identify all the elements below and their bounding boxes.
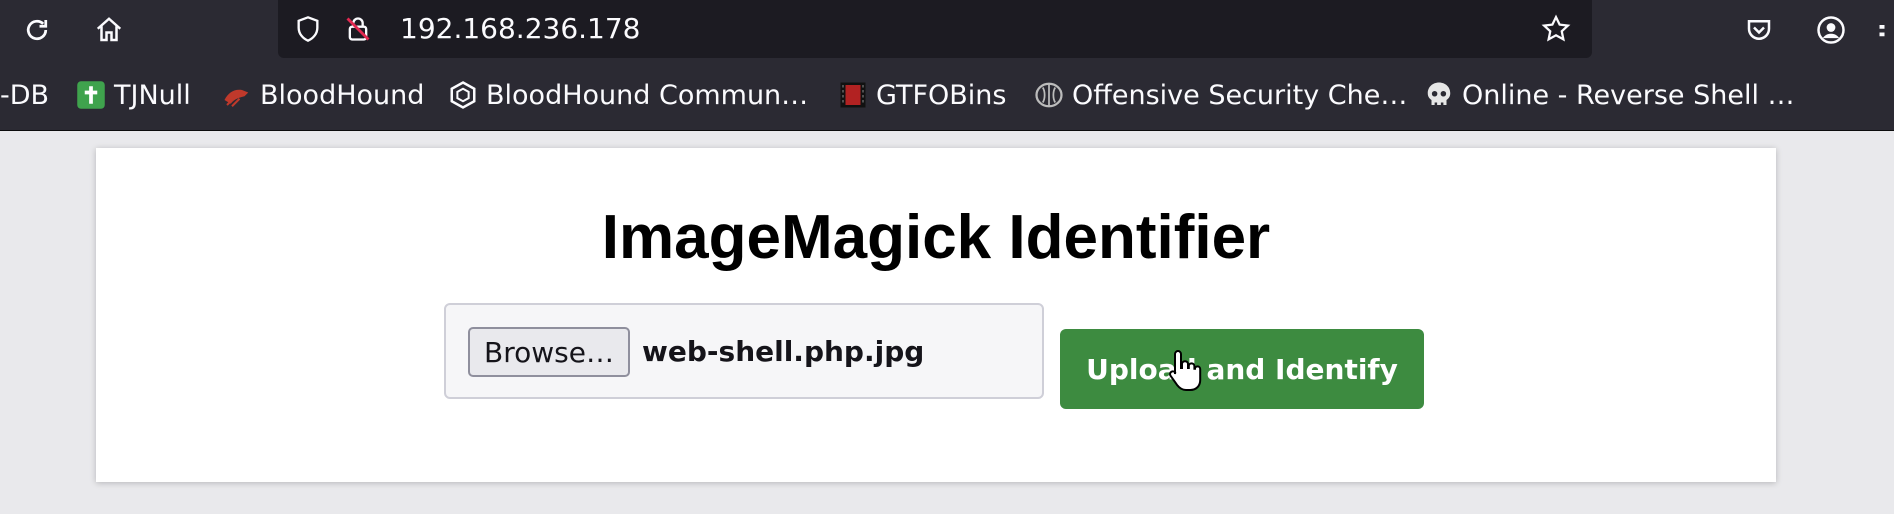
bookmark-label: Online - Reverse Shell …: [1462, 79, 1795, 111]
brain-icon: [1034, 80, 1064, 110]
pocket-icon[interactable]: [1738, 9, 1780, 51]
bookmark-bloodhound[interactable]: BloodHound: [222, 74, 424, 116]
hand-cursor-icon: [1168, 348, 1202, 392]
reload-icon[interactable]: [16, 9, 58, 51]
hexagon-icon: [448, 80, 478, 110]
identifier-card: ImageMagick Identifier Browse… web-shell…: [96, 148, 1776, 482]
selected-file-name: web-shell.php.jpg: [642, 335, 925, 368]
url-bar[interactable]: 192.168.236.178: [278, 0, 1592, 58]
url-text[interactable]: 192.168.236.178: [400, 11, 640, 47]
bookmark-label: BloodHound: [260, 79, 425, 111]
account-icon[interactable]: [1810, 9, 1852, 51]
browse-button[interactable]: Browse…: [468, 327, 630, 377]
bookmark-star-icon[interactable]: [1540, 13, 1572, 45]
file-input[interactable]: Browse… web-shell.php.jpg: [444, 303, 1044, 399]
bookmark-gtfobins[interactable]: GTFOBins: [838, 74, 1006, 116]
bloodhound-icon: [222, 80, 252, 110]
browser-toolbar: 192.168.236.178: [0, 0, 1894, 60]
bookmarks-toolbar: -DB TJNull BloodHound BloodHound Commun……: [0, 60, 1894, 131]
page-content: ImageMagick Identifier Browse… web-shell…: [0, 131, 1894, 514]
bookmark-reverse-shell[interactable]: Online - Reverse Shell …: [1424, 74, 1795, 116]
bookmark-label: GTFOBins: [876, 79, 1007, 111]
upload-and-identify-button[interactable]: Upload and Identify: [1060, 329, 1424, 409]
bookmark-label: -DB: [0, 79, 50, 111]
page-title: ImageMagick Identifier: [601, 203, 1271, 272]
bookmark-db[interactable]: -DB: [0, 74, 49, 116]
bookmark-offensive-security[interactable]: Offensive Security Che…: [1034, 74, 1407, 116]
bookmark-label: Offensive Security Che…: [1072, 79, 1408, 111]
bookmark-label: TJNull: [114, 79, 191, 111]
insecure-lock-icon[interactable]: [342, 13, 374, 45]
menu-icon[interactable]: [1870, 9, 1894, 51]
green-plus-icon: [76, 80, 106, 110]
shield-icon[interactable]: [292, 13, 324, 45]
bookmark-tjnull[interactable]: TJNull: [76, 74, 191, 116]
gtfobins-icon: [838, 80, 868, 110]
home-icon[interactable]: [88, 9, 130, 51]
bookmark-bloodhound-community[interactable]: BloodHound Commun…: [448, 74, 808, 116]
bookmark-label: BloodHound Commun…: [486, 79, 809, 111]
skull-icon: [1424, 80, 1454, 110]
